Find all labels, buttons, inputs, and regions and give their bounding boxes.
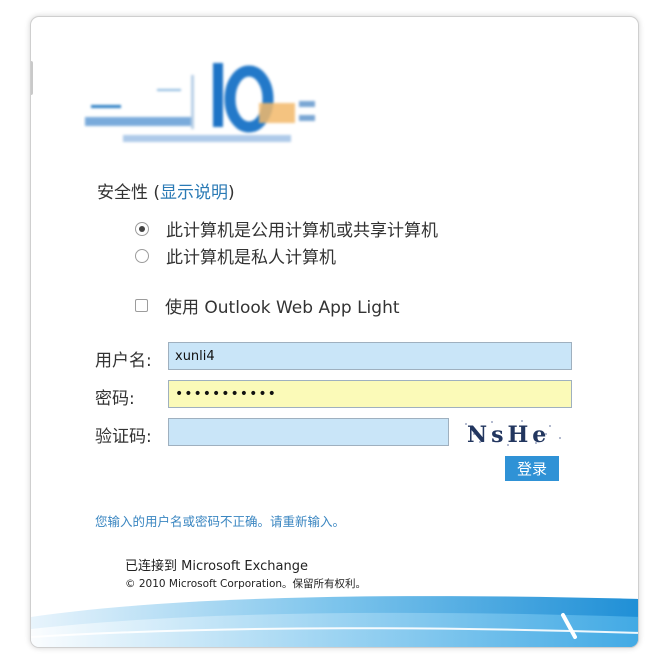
security-text: 安全性 ( [97,183,161,203]
connected-text: 已连接到 Microsoft Exchange [125,559,308,574]
option-private-computer[interactable]: 此计算机是私人计算机 [135,243,336,268]
owa-light-label: 使用 Outlook Web App Light [165,298,400,318]
error-message: 您输入的用户名或密码不正确。请重新输入。 [95,514,346,529]
organization-logo [85,63,315,142]
public-computer-label: 此计算机是公用计算机或共享计算机 [166,221,438,241]
show-explanation-link[interactable]: 显示说明 [160,183,228,203]
security-label: 安全性 (显示说明) [97,178,235,203]
option-public-computer[interactable]: 此计算机是公用计算机或共享计算机 [135,216,438,241]
private-computer-label: 此计算机是私人计算机 [166,248,336,268]
password-label: 密码: [95,389,135,409]
captcha-image[interactable]: NsHe [461,417,565,450]
option-owa-light[interactable]: 使用 Outlook Web App Light [135,293,400,318]
public-computer-radio[interactable] [135,221,149,236]
password-input[interactable] [168,380,572,408]
login-card: 安全性 (显示说明) 此计算机是公用计算机或共享计算机 此计算机是私人计算机 使… [30,16,639,648]
username-input[interactable] [168,342,572,370]
captcha-label: 验证码: [95,427,152,447]
username-label: 用户名: [95,351,152,371]
private-computer-radio[interactable] [135,248,149,263]
captcha-text: NsHe [467,422,550,448]
scroll-edge [31,61,33,95]
login-button[interactable]: 登录 [505,456,559,481]
security-close-paren: ) [228,183,235,203]
captcha-input[interactable] [168,418,449,446]
footer-wave-decoration [31,596,638,647]
owa-light-checkbox[interactable] [135,299,148,312]
